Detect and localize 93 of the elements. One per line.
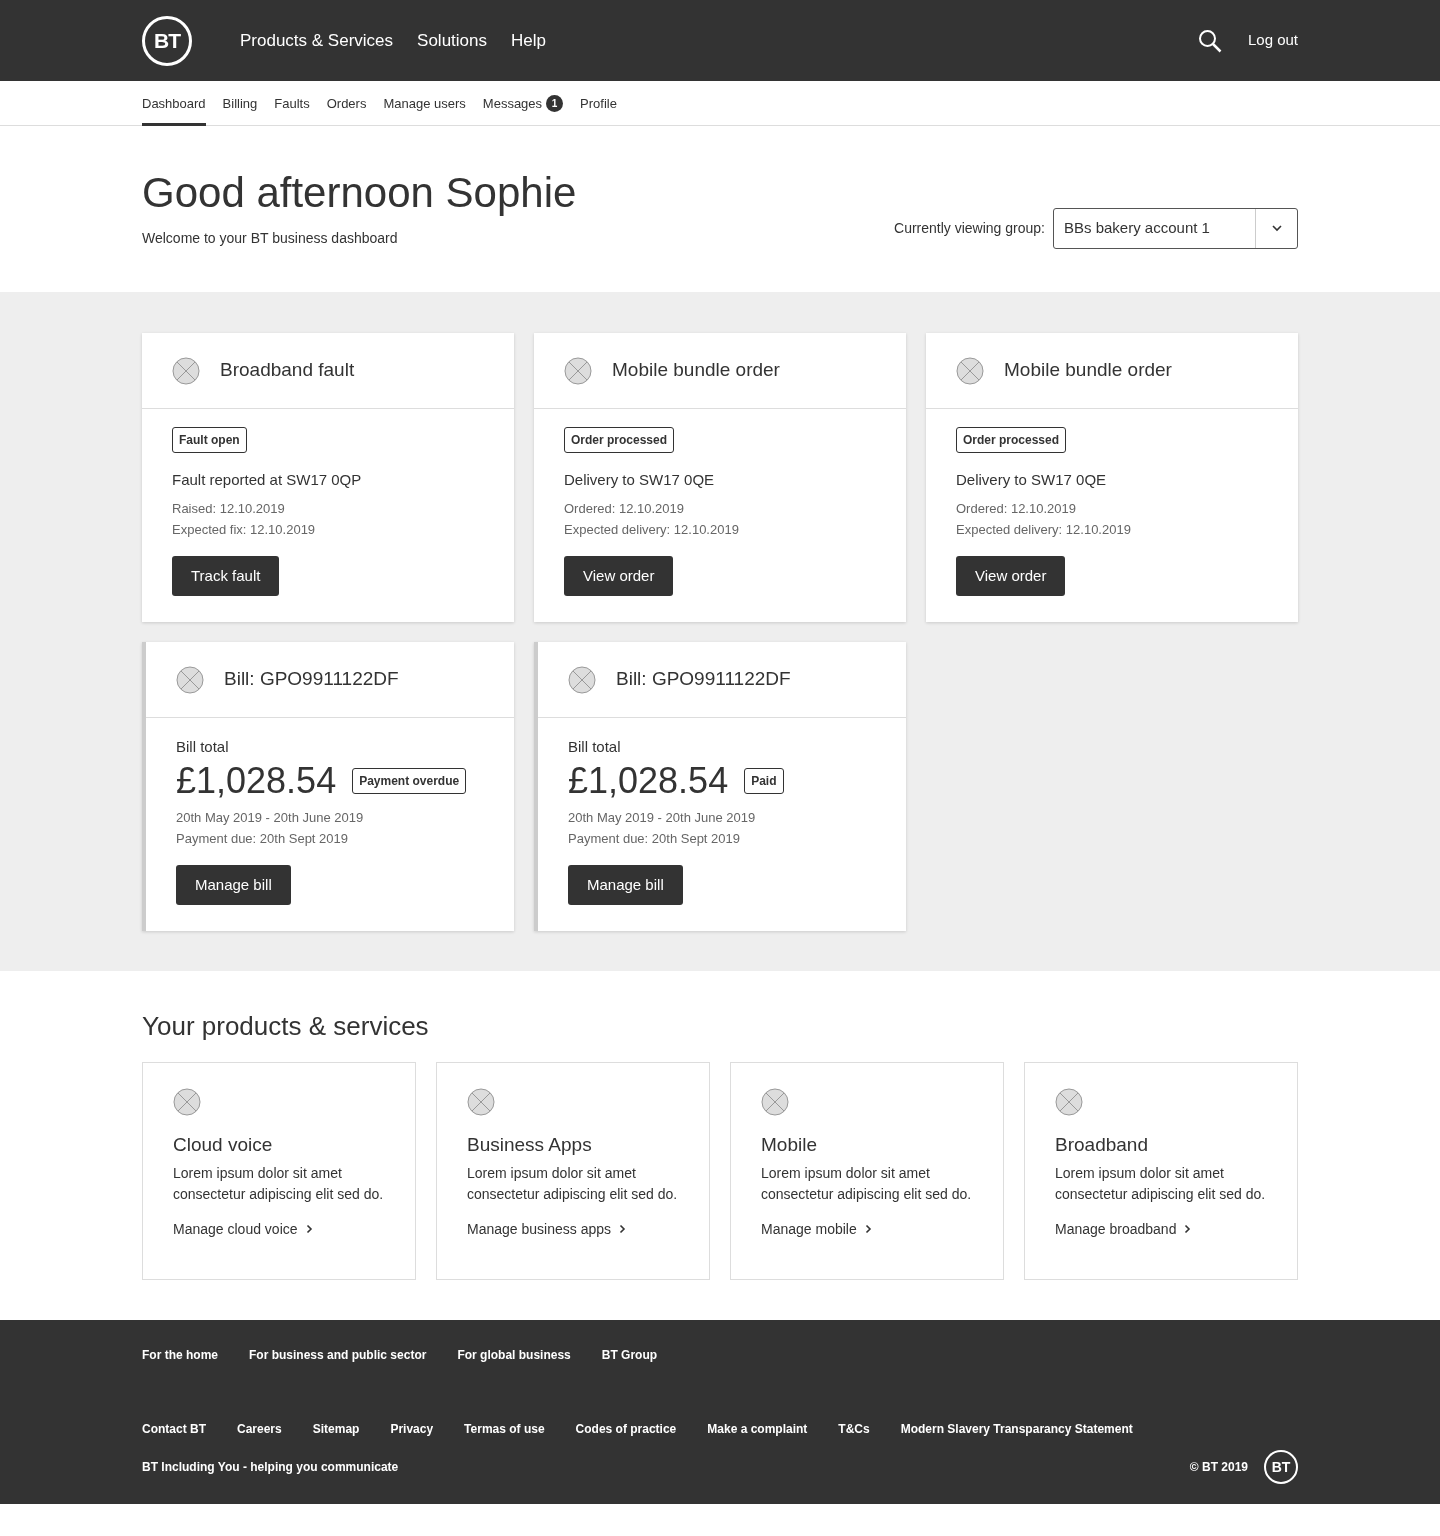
footer-link[interactable]: Make a complaint bbox=[707, 1420, 808, 1439]
nav-tab[interactable]: Manage users bbox=[383, 81, 466, 126]
status-tag: Fault open bbox=[172, 427, 247, 453]
bill-total-label: Bill total bbox=[176, 737, 230, 757]
product-description: Lorem ipsum dolor sit amet consectetur adipiscing elit sed do. bbox=[173, 1164, 385, 1204]
detail-text: 20th May 2019 - 20th June 2019 bbox=[568, 808, 757, 827]
footer-link[interactable]: Modern Slavery Transparancy Statement bbox=[900, 1420, 1133, 1439]
product-title: Cloud voice bbox=[173, 1134, 274, 1157]
placeholder-icon bbox=[568, 665, 596, 694]
logo[interactable]: BT bbox=[1264, 1450, 1298, 1485]
footer-link[interactable]: BT Including You - helping you communicate bbox=[142, 1458, 399, 1477]
placeholder-icon bbox=[956, 356, 984, 385]
bill-total-label: Bill total bbox=[568, 737, 622, 757]
placeholder-icon bbox=[172, 356, 200, 385]
nav-tab[interactable]: Profile bbox=[580, 81, 617, 126]
card-title: Broadband fault bbox=[220, 358, 355, 383]
footer-link[interactable]: Privacy bbox=[390, 1420, 434, 1439]
group-select[interactable]: BBs bakery account 1 bbox=[1053, 208, 1298, 250]
action-button[interactable]: Track fault bbox=[172, 555, 280, 596]
copyright-text: © BT 2019 bbox=[1189, 1459, 1248, 1477]
detail-text: Expected delivery: 12.10.2019 bbox=[564, 520, 740, 539]
product-link[interactable]: Manage cloud voice bbox=[173, 1219, 313, 1240]
card-title: Mobile bundle order bbox=[612, 358, 780, 383]
card-title: Bill: GPO9911122DF bbox=[224, 667, 399, 692]
count-badge: 1 bbox=[546, 95, 564, 112]
product-description: Lorem ipsum dolor sit amet consectetur adipiscing elit sed do. bbox=[467, 1164, 679, 1204]
logout-link[interactable]: Log out bbox=[1247, 29, 1298, 52]
placeholder-icon bbox=[173, 1088, 201, 1117]
card-headline: Fault reported at SW17 0QP bbox=[172, 470, 363, 490]
status-tag: Paid bbox=[744, 767, 784, 794]
nav-link[interactable]: Help bbox=[511, 27, 546, 54]
chevron-right-icon bbox=[619, 1224, 626, 1235]
section-title: Your products & services bbox=[142, 1011, 430, 1043]
bill-amount: £1,028.54 bbox=[176, 762, 337, 799]
footer-link[interactable]: Codes of practice bbox=[575, 1420, 677, 1439]
nav-tab[interactable]: Billing bbox=[222, 81, 258, 126]
nav-link[interactable]: Products & Services bbox=[240, 27, 394, 54]
search-icon[interactable] bbox=[1197, 28, 1222, 53]
action-button[interactable]: View order bbox=[564, 555, 674, 596]
welcome-text: Welcome to your BT business dashboard bbox=[142, 229, 399, 249]
placeholder-icon bbox=[564, 356, 592, 385]
placeholder-icon bbox=[176, 665, 204, 694]
detail-text: Ordered: 12.10.2019 bbox=[956, 499, 1077, 518]
status-tag: Order processed bbox=[564, 427, 675, 453]
card-headline: Delivery to SW17 0QE bbox=[564, 470, 716, 490]
product-description: Lorem ipsum dolor sit amet consectetur adipiscing elit sed do. bbox=[1055, 1164, 1267, 1204]
chevron-down-icon bbox=[1271, 225, 1282, 233]
chevron-right-icon bbox=[1184, 1224, 1192, 1235]
footer-link[interactable]: BT Group bbox=[601, 1346, 658, 1365]
greeting-title: Good afternoon Sophie bbox=[142, 170, 577, 217]
footer-link[interactable]: Contact BT bbox=[142, 1420, 206, 1439]
bill-amount: £1,028.54 bbox=[568, 762, 729, 799]
nav-tab[interactable]: Messages 1 bbox=[482, 81, 564, 126]
product-description: Lorem ipsum dolor sit amet consectetur adipiscing elit sed do. bbox=[761, 1164, 973, 1204]
detail-text: Payment due: 20th Sept 2019 bbox=[176, 829, 349, 848]
product-title: Broadband bbox=[1055, 1134, 1149, 1157]
product-title: Business Apps bbox=[467, 1134, 593, 1157]
placeholder-icon bbox=[1055, 1088, 1083, 1117]
footer-link[interactable]: Careers bbox=[237, 1420, 282, 1439]
card-headline: Delivery to SW17 0QE bbox=[956, 470, 1108, 490]
product-link[interactable]: Manage business apps bbox=[467, 1219, 626, 1240]
nav-tab[interactable]: Orders bbox=[326, 81, 367, 126]
nav-link[interactable]: Solutions bbox=[417, 27, 487, 54]
action-button[interactable]: Manage bill bbox=[176, 864, 291, 905]
footer-link[interactable]: For global business bbox=[457, 1346, 571, 1365]
nav-tab[interactable]: Dashboard bbox=[142, 81, 206, 126]
placeholder-icon bbox=[761, 1088, 789, 1117]
logo[interactable]: BT bbox=[142, 15, 192, 66]
group-label: Currently viewing group: bbox=[894, 219, 1045, 239]
chevron-right-icon bbox=[305, 1224, 313, 1235]
card-title: Mobile bundle order bbox=[1004, 358, 1172, 383]
product-link[interactable]: Manage mobile bbox=[761, 1219, 872, 1240]
product-link[interactable]: Manage broadband bbox=[1055, 1219, 1192, 1240]
footer-link[interactable]: T&Cs bbox=[838, 1420, 870, 1439]
card-title: Bill: GPO9911122DF bbox=[616, 667, 791, 692]
detail-text: Payment due: 20th Sept 2019 bbox=[568, 829, 741, 848]
placeholder-icon bbox=[467, 1088, 495, 1117]
footer-link[interactable]: For business and public sector bbox=[249, 1346, 427, 1365]
status-tag: Payment overdue bbox=[352, 767, 467, 794]
action-button[interactable]: View order bbox=[956, 555, 1066, 596]
detail-text: Expected delivery: 12.10.2019 bbox=[956, 520, 1132, 539]
footer-link[interactable]: Termas of use bbox=[464, 1420, 545, 1439]
footer-link[interactable]: Sitemap bbox=[312, 1420, 360, 1439]
detail-text: Ordered: 12.10.2019 bbox=[564, 499, 685, 518]
nav-tab[interactable]: Faults bbox=[274, 81, 310, 126]
detail-text: Raised: 12.10.2019 bbox=[172, 499, 286, 518]
status-tag: Order processed bbox=[956, 427, 1067, 453]
action-button[interactable]: Manage bill bbox=[568, 864, 683, 905]
chevron-right-icon bbox=[864, 1224, 872, 1235]
footer-link[interactable]: For the home bbox=[142, 1346, 218, 1365]
detail-text: 20th May 2019 - 20th June 2019 bbox=[176, 808, 365, 827]
detail-text: Expected fix: 12.10.2019 bbox=[172, 520, 317, 539]
product-title: Mobile bbox=[761, 1134, 818, 1157]
